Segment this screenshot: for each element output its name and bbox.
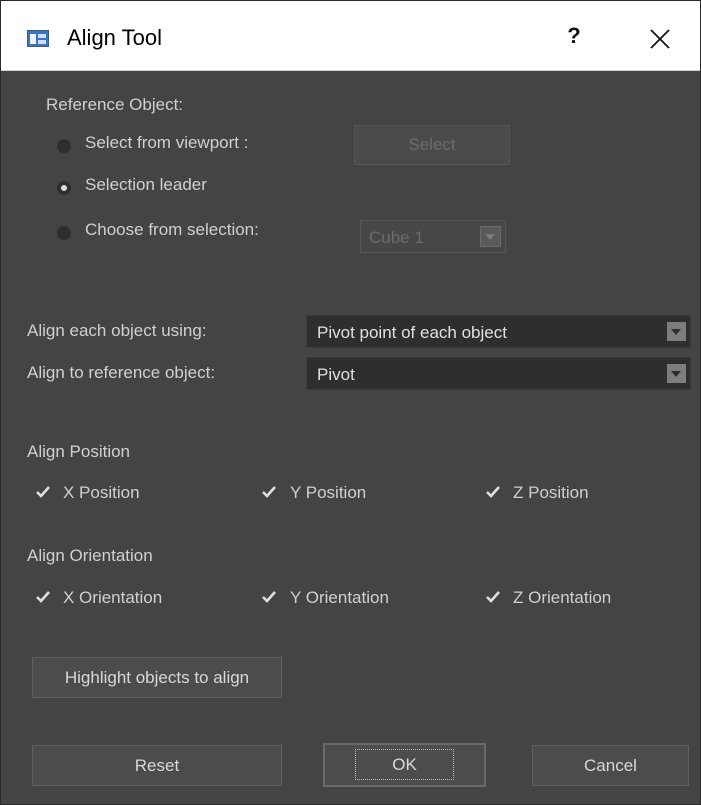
ok-button[interactable]: OK	[323, 743, 486, 787]
y-orientation-label: Y Orientation	[290, 588, 389, 607]
highlight-objects-button[interactable]: Highlight objects to align	[32, 657, 282, 698]
title-bar: Align Tool ?	[1, 1, 700, 71]
x-orientation-label: X Orientation	[63, 588, 163, 607]
align-using-label: Align each object using:	[27, 321, 207, 340]
radio-label-choose-from-selection: Choose from selection:	[85, 220, 259, 239]
select-button[interactable]: Select	[354, 125, 510, 165]
help-button[interactable]: ?	[561, 23, 587, 49]
selection-combo[interactable]: Cube 1	[360, 220, 506, 253]
chevron-down-icon	[667, 364, 686, 383]
align-tool-icon	[27, 30, 49, 47]
align-using-value: Pivot point of each object	[317, 323, 507, 342]
y-position-label: Y Position	[290, 483, 367, 502]
radio-label-select-from-viewport: Select from viewport :	[85, 133, 249, 152]
radio-label-selection-leader: Selection leader	[85, 175, 207, 194]
checkbox-y-orientation[interactable]	[260, 588, 278, 606]
checkbox-x-position[interactable]	[34, 483, 52, 501]
close-icon	[650, 29, 670, 49]
reset-button[interactable]: Reset	[32, 745, 282, 786]
checkbox-x-orientation[interactable]	[34, 588, 52, 606]
checkbox-y-position[interactable]	[260, 483, 278, 501]
align-to-dropdown[interactable]: Pivot	[306, 357, 691, 390]
z-orientation-label: Z Orientation	[513, 588, 612, 607]
checkbox-z-orientation[interactable]	[484, 588, 502, 606]
chevron-down-icon	[667, 322, 686, 341]
z-position-label: Z Position	[513, 483, 589, 502]
selection-combo-value: Cube 1	[369, 228, 424, 247]
align-to-label: Align to reference object:	[27, 363, 216, 382]
ok-button-label: OK	[355, 749, 454, 780]
align-position-heading: Align Position	[27, 442, 131, 461]
window-title: Align Tool	[67, 25, 162, 50]
close-button[interactable]	[646, 25, 674, 53]
x-position-label: X Position	[63, 483, 140, 502]
align-tool-dialog: Align Tool ? Reference Object: Select fr…	[0, 0, 701, 805]
radio-selection-leader[interactable]	[57, 181, 71, 195]
cancel-button[interactable]: Cancel	[532, 745, 689, 786]
align-using-dropdown[interactable]: Pivot point of each object	[306, 315, 691, 348]
reference-object-heading: Reference Object:	[46, 95, 184, 114]
checkbox-z-position[interactable]	[484, 483, 502, 501]
chevron-down-icon	[480, 226, 501, 247]
radio-select-from-viewport[interactable]	[57, 139, 71, 153]
radio-choose-from-selection[interactable]	[57, 226, 71, 240]
align-orientation-heading: Align Orientation	[27, 546, 153, 565]
align-to-value: Pivot	[317, 365, 355, 384]
